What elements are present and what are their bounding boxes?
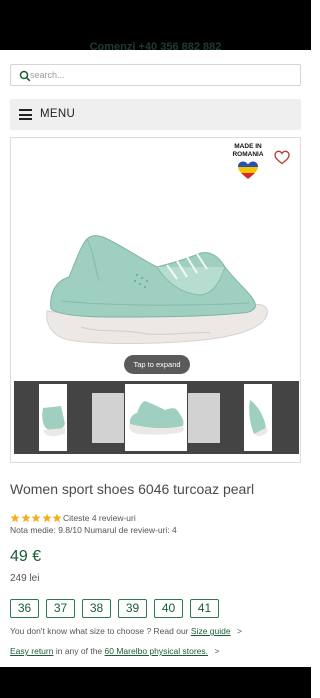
size-option[interactable]: 36: [10, 599, 39, 618]
easy-return-link[interactable]: Easy return: [10, 646, 53, 656]
chevron-right-icon[interactable]: >: [237, 626, 242, 636]
menu-button[interactable]: MENU: [10, 99, 301, 130]
thumbnail-2[interactable]: [92, 393, 124, 443]
romania-heart-icon: [238, 161, 258, 179]
size-option[interactable]: 40: [154, 599, 183, 618]
badge-line1: MADE IN: [234, 143, 262, 150]
wishlist-heart-icon[interactable]: [274, 150, 290, 165]
orders-phone[interactable]: Comenzi +40 356 882 882: [0, 41, 311, 50]
star-icon: [52, 513, 62, 523]
chevron-right-icon[interactable]: >: [214, 646, 219, 656]
size-guide-text: You don't know what size to choose ? Rea…: [10, 626, 189, 636]
thumbnail-5[interactable]: [244, 384, 272, 451]
star-icon: [10, 513, 20, 523]
size-option[interactable]: 41: [190, 599, 219, 618]
search-field[interactable]: search...: [10, 64, 301, 86]
top-bar: Comenzi +40 356 882 882: [0, 0, 311, 50]
size-option[interactable]: 37: [46, 599, 75, 618]
tap-to-expand-button[interactable]: Tap to expand: [124, 355, 190, 374]
badge-line2: ROMANIA: [232, 151, 264, 158]
thumbnail-1[interactable]: [39, 384, 67, 451]
rating-stars: [10, 513, 63, 523]
product-title: Women sport shoes 6046 turcoaz pearl: [10, 481, 255, 497]
price-lei: 249 lei: [10, 573, 40, 584]
size-option[interactable]: 39: [118, 599, 147, 618]
size-guide-row: You don't know what size to choose ? Rea…: [10, 626, 242, 636]
star-icon: [21, 513, 30, 523]
reviews-link[interactable]: Citeste 4 review-uri: [63, 513, 136, 523]
size-guide-link[interactable]: Size guide: [191, 626, 231, 636]
product-gallery: MADE IN ROMANIA Tap to expand: [10, 137, 301, 463]
size-option[interactable]: 38: [82, 599, 111, 618]
star-icon: [31, 513, 41, 523]
bottom-bar: [0, 667, 311, 698]
search-input[interactable]: search...: [30, 70, 65, 80]
product-main-image[interactable]: [41, 223, 273, 348]
menu-label: MENU: [40, 108, 76, 120]
thumbnail-4[interactable]: [188, 393, 220, 443]
star-icon: [42, 513, 51, 523]
thumbnail-strip: [14, 381, 299, 454]
thumbnail-3[interactable]: [125, 384, 187, 451]
price: 49 €: [10, 548, 42, 565]
physical-stores-link[interactable]: 60 Marelbo physical stores.: [105, 646, 208, 656]
easy-return-row: Easy return in any of the 60 Marelbo phy…: [10, 646, 219, 656]
made-in-romania-badge: MADE IN ROMANIA: [230, 143, 266, 180]
easy-return-text: in any of the: [55, 646, 103, 656]
rating-summary: Nota medie: 9.8/10 Numarul de review-uri…: [10, 525, 177, 535]
hamburger-icon: [19, 109, 32, 120]
